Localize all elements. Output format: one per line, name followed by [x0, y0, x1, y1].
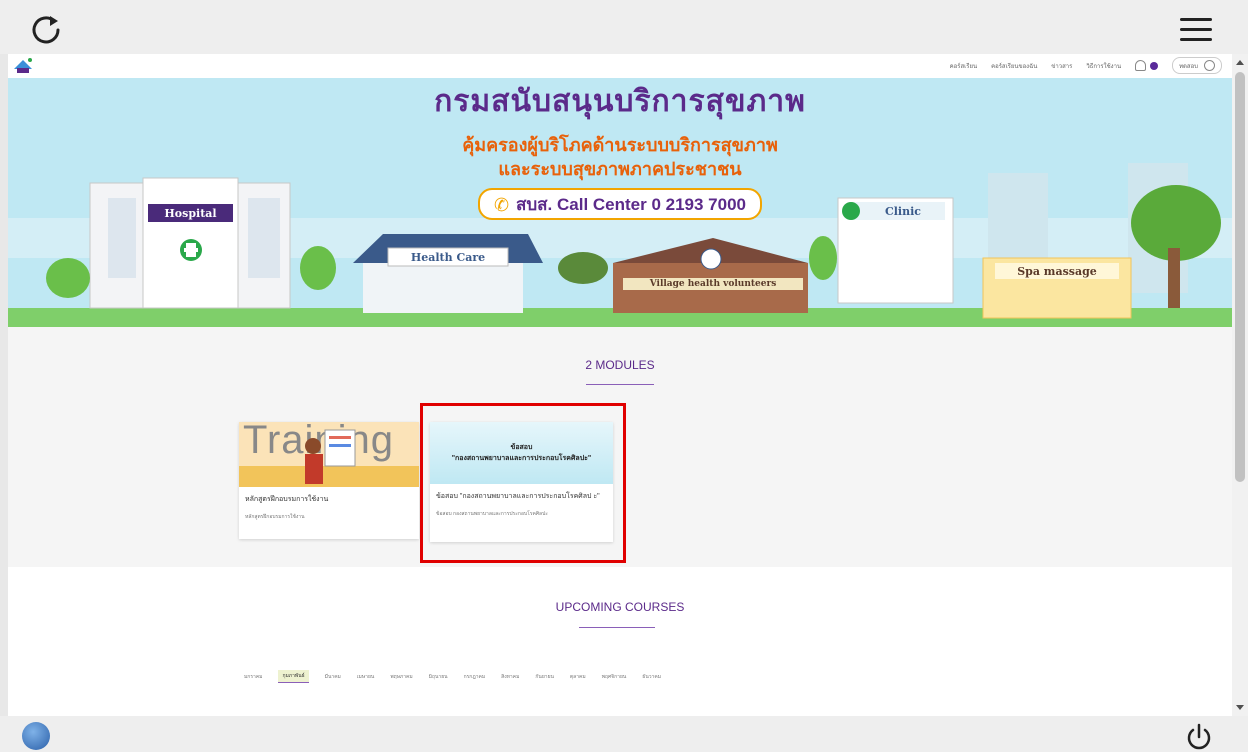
tab-may[interactable]: พฤษภาคม — [390, 673, 412, 681]
tab-march[interactable]: มีนาคม — [325, 673, 341, 681]
profile-name: ทดสอบ — [1179, 63, 1198, 70]
menu-icon[interactable] — [1180, 18, 1218, 48]
refresh-icon[interactable] — [28, 12, 64, 48]
scroll-thumb[interactable] — [1235, 72, 1245, 482]
tab-september[interactable]: กันยายน — [535, 673, 554, 681]
sign-hospital: Hospital — [164, 207, 217, 220]
module-subtitle: หลักสูตรฝึกอบรมการใช้งาน — [245, 514, 305, 520]
hero-title: กรมสนับสนุนบริการสุขภาพ — [434, 85, 806, 118]
nav-my-courses[interactable]: คอร์สเรียนของฉัน — [991, 61, 1037, 71]
site-header: คอร์สเรียน คอร์สเรียนของฉัน ข่าวสาร วิธี… — [8, 54, 1232, 78]
tab-april[interactable]: เมษายน — [357, 673, 374, 681]
scroll-down-icon[interactable] — [1236, 705, 1244, 710]
tab-july[interactable]: กรกฎาคม — [464, 673, 486, 681]
tab-january[interactable]: มกราคม — [244, 673, 262, 681]
hero-subtitle-2: และระบบสุขภาพภาคประชาชน — [498, 159, 742, 179]
top-nav: คอร์สเรียน คอร์สเรียนของฉัน ข่าวสาร วิธี… — [950, 57, 1222, 74]
sign-clinic: Clinic — [885, 205, 921, 218]
bell-icon[interactable] — [1135, 60, 1147, 71]
call-center-badge: ✆ สบส. Call Center 0 2193 7000 — [478, 188, 762, 220]
module-title: หลักสูตรฝึกอบรมการใช้งาน — [245, 496, 329, 503]
browser-viewport: คอร์สเรียน คอร์สเรียนของฉัน ข่าวสาร วิธี… — [8, 54, 1232, 716]
sign-spa-massage: Spa massage — [1017, 265, 1097, 278]
highlight-box — [420, 403, 626, 563]
module-card-training[interactable]: Training หลักสูตรฝึกอบรมการใช้งาน หลักสู… — [239, 422, 419, 539]
user-icon — [1204, 60, 1215, 71]
modules-heading: 2 MODULES — [585, 358, 655, 372]
vertical-scrollbar[interactable] — [1232, 54, 1248, 716]
nav-how-to[interactable]: วิธีการใช้งาน — [1086, 61, 1121, 71]
module-thumbnail: Training — [239, 422, 419, 487]
power-icon[interactable] — [1184, 722, 1214, 752]
tab-february[interactable]: กุมภาพันธ์ — [278, 670, 309, 683]
site-logo[interactable] — [12, 57, 34, 75]
month-tabs: มกราคม กุมภาพันธ์ มีนาคม เมษายน พฤษภาคม … — [244, 670, 661, 683]
upcoming-heading: UPCOMING COURSES — [555, 600, 685, 614]
nav-news[interactable]: ข่าวสาร — [1051, 61, 1072, 71]
scroll-up-icon[interactable] — [1236, 60, 1244, 65]
tab-december[interactable]: ธันวาคม — [642, 673, 661, 681]
hero-banner: กรมสนับสนุนบริการสุขภาพ คุ้มครองผู้บริโภ… — [8, 78, 1232, 327]
sign-health-care: Health Care — [410, 251, 486, 264]
sign-village-volunteers: Village health volunteers — [649, 279, 777, 289]
notification-dot — [1150, 61, 1159, 70]
phone-icon: ✆ — [494, 195, 510, 215]
bottom-taskbar — [0, 716, 1248, 752]
nav-courses[interactable]: คอร์สเรียน — [950, 61, 977, 71]
tab-october[interactable]: ตุลาคม — [570, 673, 586, 681]
modules-underline — [586, 384, 654, 385]
top-toolbar — [0, 0, 1248, 54]
tab-november[interactable]: พฤศจิกายน — [602, 673, 627, 681]
tab-august[interactable]: สิงหาคม — [501, 673, 519, 681]
profile-button[interactable]: ทดสอบ — [1172, 57, 1222, 74]
upcoming-underline — [579, 627, 655, 628]
start-menu-icon[interactable] — [22, 722, 50, 750]
call-center-text: สบส. Call Center 0 2193 7000 — [516, 194, 746, 214]
tab-june[interactable]: มิถุนายน — [429, 673, 448, 681]
